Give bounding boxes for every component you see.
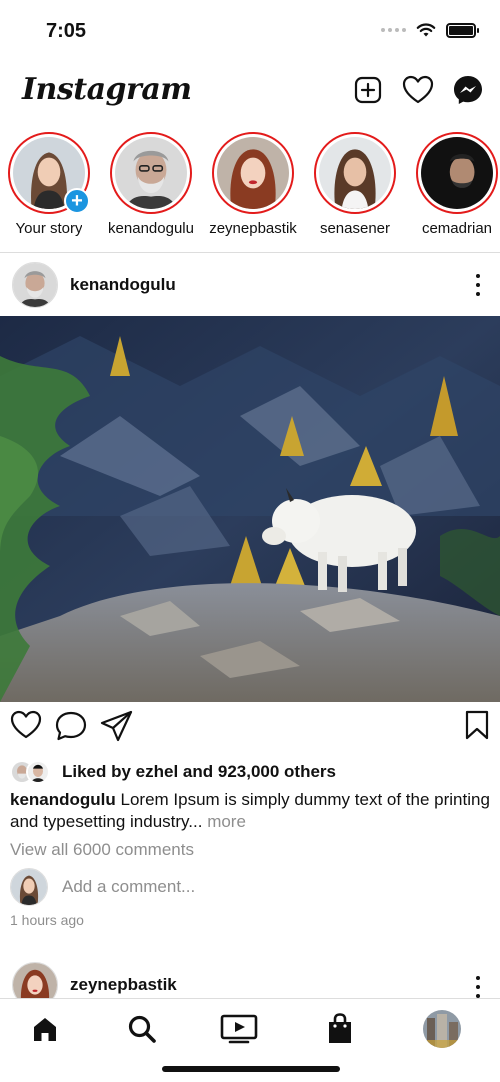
- add-comment-row: [10, 868, 362, 906]
- story-senasener[interactable]: senasener: [314, 132, 396, 250]
- new-post-icon: [354, 76, 382, 104]
- avatar: [26, 760, 50, 784]
- status-time: 7:05: [46, 20, 87, 42]
- shop-icon: [329, 1013, 351, 1043]
- post-image[interactable]: [0, 316, 500, 702]
- story-cemadrian[interactable]: cemadrian: [416, 132, 498, 250]
- wifi-icon: [416, 23, 436, 37]
- heart-icon: [10, 710, 42, 739]
- bookmark-icon: [465, 710, 489, 740]
- post-author-avatar[interactable]: [12, 262, 58, 308]
- story-label: Your story: [15, 220, 83, 237]
- profile-avatar: [423, 1010, 461, 1048]
- heart-icon: [402, 75, 434, 104]
- app-header: Instagram: [0, 62, 500, 124]
- nav-search[interactable]: [122, 1009, 162, 1049]
- story-label: kenandogulu: [108, 220, 194, 237]
- messenger-button[interactable]: [452, 74, 484, 106]
- post-actions: [10, 710, 490, 746]
- like-button[interactable]: [10, 710, 44, 744]
- home-icon: [34, 1018, 56, 1041]
- add-comment-input[interactable]: [62, 877, 362, 897]
- story-label: senasener: [319, 220, 391, 237]
- story-your-story[interactable]: + Your story: [8, 132, 90, 250]
- story-label: zeynepbastik: [209, 220, 297, 237]
- send-icon: [100, 710, 133, 742]
- likes-row[interactable]: Liked by ezhel and 923,000 others: [10, 760, 336, 784]
- post-options-button[interactable]: [474, 274, 482, 296]
- share-button[interactable]: [100, 710, 134, 744]
- stories-tray[interactable]: + Your story kenandogulu zeynepbastik se…: [0, 132, 500, 250]
- status-icons: [381, 22, 479, 38]
- comment-icon: [55, 711, 87, 741]
- likes-count-text: Liked by ezhel and 923,000 others: [62, 762, 337, 781]
- post-timestamp: 1 hours ago: [10, 912, 84, 928]
- view-all-comments-link[interactable]: View all 6000 comments: [10, 840, 194, 860]
- messenger-icon: [454, 76, 482, 104]
- signal-icon: [381, 28, 406, 32]
- battery-icon: [446, 22, 479, 38]
- divider: [0, 252, 500, 253]
- nav-reels[interactable]: [219, 1009, 259, 1049]
- story-zeynepbastik[interactable]: zeynepbastik: [209, 132, 297, 250]
- bottom-nav: [0, 998, 500, 1082]
- activity-button[interactable]: [402, 74, 434, 106]
- add-story-icon[interactable]: +: [64, 188, 90, 214]
- home-indicator: [162, 1066, 340, 1072]
- story-label: cemadrian: [421, 220, 493, 237]
- caption-more-link[interactable]: more: [202, 812, 246, 831]
- status-bar: 7:05: [0, 0, 500, 62]
- liker-avatars: [10, 760, 54, 784]
- instagram-logo: Instagram: [22, 72, 192, 107]
- avatar: [115, 137, 187, 209]
- current-user-avatar: [10, 868, 48, 906]
- post-author-username[interactable]: zeynepbastik: [70, 975, 177, 995]
- header-actions: [352, 74, 484, 106]
- avatar: [421, 137, 493, 209]
- search-icon: [128, 1015, 156, 1043]
- post-options-button[interactable]: [474, 976, 482, 998]
- nav-profile[interactable]: [422, 1009, 462, 1049]
- comment-button[interactable]: [54, 710, 88, 744]
- new-post-button[interactable]: [352, 74, 384, 106]
- reels-icon: [220, 1014, 258, 1044]
- avatar: [319, 137, 391, 209]
- save-button[interactable]: [464, 710, 498, 744]
- post-caption: kenandogulu Lorem Ipsum is simply dummy …: [10, 789, 490, 833]
- story-kenandogulu[interactable]: kenandogulu: [108, 132, 194, 250]
- avatar: [217, 137, 289, 209]
- post-header: kenandogulu: [0, 260, 500, 310]
- caption-username[interactable]: kenandogulu: [10, 790, 116, 809]
- nav-home[interactable]: [25, 1009, 65, 1049]
- post-author-username[interactable]: kenandogulu: [70, 275, 176, 295]
- nav-shop[interactable]: [320, 1009, 360, 1049]
